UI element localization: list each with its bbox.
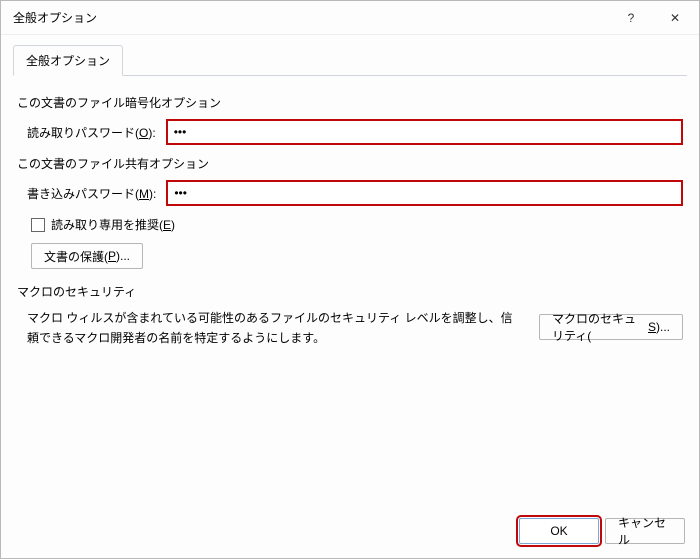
ok-button[interactable]: OK (519, 518, 599, 544)
tab-general-options[interactable]: 全般オプション (13, 45, 123, 76)
cancel-button[interactable]: キャンセル (605, 518, 685, 544)
read-password-input[interactable] (166, 119, 683, 145)
tab-strip: 全般オプション (1, 35, 699, 76)
read-password-label: 読み取りパスワード(O): (27, 124, 156, 141)
write-password-label: 書き込みパスワード(M): (27, 185, 156, 202)
macro-row: マクロ ウィルスが含まれている可能性のあるファイルのセキュリティ レベルを調整し… (27, 308, 683, 349)
readonly-recommend-row[interactable]: 読み取り専用を推奨(E) (31, 216, 683, 233)
encryption-section-label: この文書のファイル暗号化オプション (17, 94, 683, 111)
readonly-checkbox[interactable] (31, 218, 45, 232)
readonly-label: 読み取り専用を推奨(E) (51, 216, 175, 233)
window-title: 全般オプション (13, 9, 609, 26)
content-area: この文書のファイル暗号化オプション 読み取りパスワード(O): この文書のファイ… (1, 76, 699, 508)
macro-section-label: マクロのセキュリティ (17, 283, 683, 300)
write-password-input[interactable] (166, 180, 683, 206)
dialog-footer: OK キャンセル (1, 508, 699, 558)
general-options-dialog: 全般オプション ? ✕ 全般オプション この文書のファイル暗号化オプション 読み… (0, 0, 700, 559)
help-icon[interactable]: ? (609, 3, 653, 33)
write-password-row: 書き込みパスワード(M): (27, 180, 683, 206)
protect-document-button[interactable]: 文書の保護(P)... (31, 243, 143, 269)
macro-security-button[interactable]: マクロのセキュリティ(S)... (539, 314, 683, 340)
titlebar: 全般オプション ? ✕ (1, 1, 699, 35)
close-icon[interactable]: ✕ (653, 3, 697, 33)
read-password-row: 読み取りパスワード(O): (27, 119, 683, 145)
macro-description: マクロ ウィルスが含まれている可能性のあるファイルのセキュリティ レベルを調整し… (27, 308, 517, 349)
share-section-label: この文書のファイル共有オプション (17, 155, 683, 172)
